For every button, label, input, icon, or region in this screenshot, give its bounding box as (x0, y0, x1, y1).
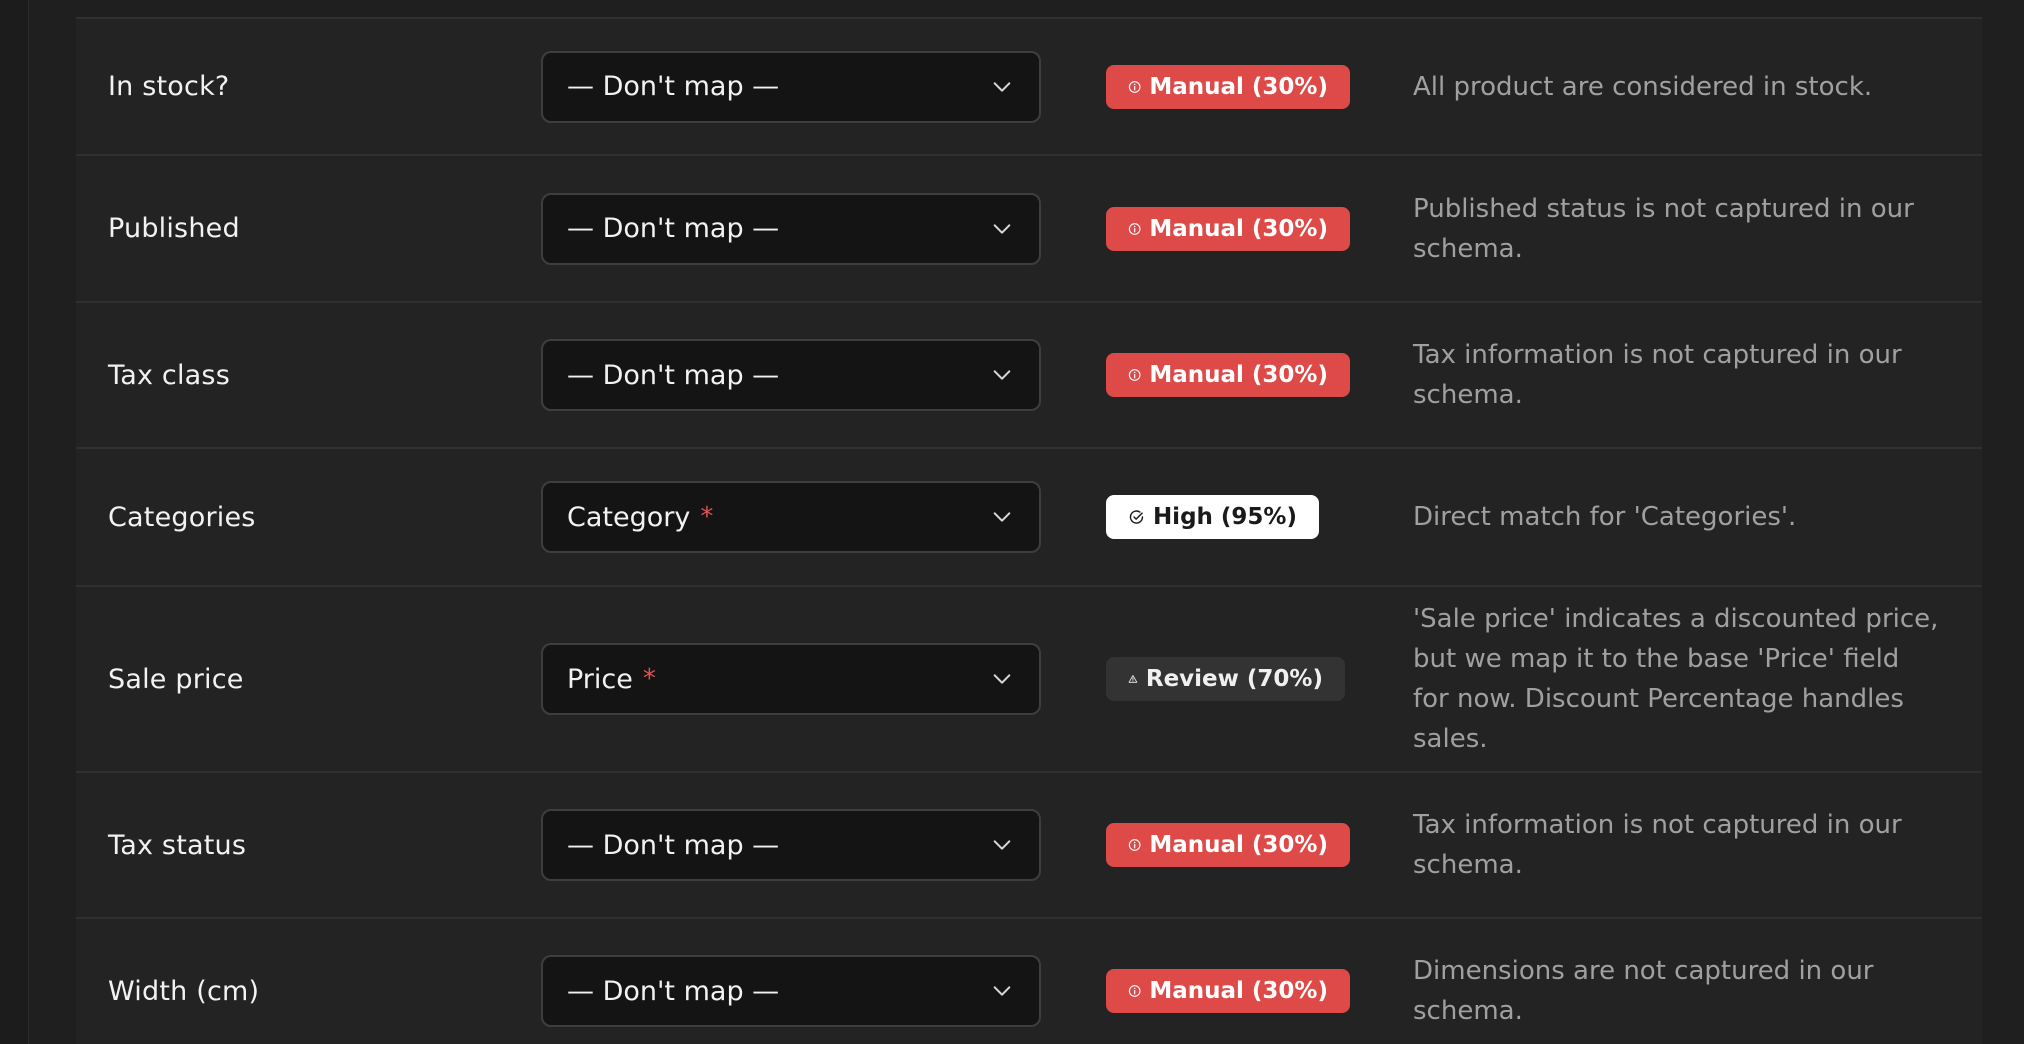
chevron-down-icon (993, 512, 1011, 522)
left-rail (0, 0, 29, 1044)
source-field-label: Categories (108, 501, 256, 533)
source-field-label: Tax status (108, 829, 247, 861)
confidence-badge-label: Manual (30%) (1149, 73, 1328, 100)
chevron-down-icon (993, 674, 1011, 684)
confidence-badge: Manual (30%) (1106, 969, 1350, 1013)
chevron-down-icon (993, 370, 1011, 380)
mapping-description: Tax information is not captured in our s… (1413, 340, 1902, 410)
source-field-label: Width (cm) (108, 975, 260, 1007)
mapping-select-value: Price (567, 663, 633, 695)
info-circle-icon (1128, 80, 1141, 93)
mapping-select[interactable]: — Don't map — (541, 50, 1041, 123)
mapping-select-value: — Don't map — (567, 213, 780, 244)
info-circle-icon (1128, 985, 1141, 997)
mapping-select-value: — Don't map — (567, 71, 780, 102)
mapping-select[interactable]: Category * (541, 481, 1041, 553)
chevron-down-icon (993, 840, 1011, 850)
info-circle-icon (1128, 839, 1141, 851)
required-marker: * (642, 664, 656, 694)
confidence-badge: High (95%) (1106, 495, 1319, 539)
mapping-screen: In stock? — Don't map — Manual (30%) All… (0, 0, 2024, 1044)
source-field-label: Sale price (108, 663, 244, 695)
mapping-description: Published status is not captured in our … (1413, 193, 1914, 264)
table-row: Sale price Price * Review (70%) 'Sale pr… (76, 587, 1982, 773)
confidence-badge: Review (70%) (1106, 657, 1345, 701)
warning-triangle-icon (1128, 675, 1138, 683)
confidence-badge: Manual (30%) (1106, 823, 1350, 867)
confidence-badge-label: High (95%) (1152, 504, 1297, 530)
mapping-description: Tax information is not captured in our s… (1413, 810, 1902, 880)
mapping-select-value: Category (567, 501, 691, 533)
field-mapping-table: In stock? — Don't map — Manual (30%) All… (76, 17, 1982, 1044)
table-row: Categories Category * High (95%) Direct … (76, 449, 1982, 587)
chevron-down-icon (993, 986, 1011, 996)
mapping-select[interactable]: Price * (541, 643, 1041, 715)
confidence-badge: Manual (30%) (1106, 353, 1350, 397)
mapping-select-value: — Don't map — (567, 829, 780, 861)
required-marker: * (700, 502, 714, 532)
confidence-badge-label: Review (70%) (1145, 666, 1323, 692)
mapping-select-value: — Don't map — (567, 975, 780, 1007)
mapping-select[interactable]: — Don't map — (541, 339, 1041, 411)
confidence-badge-label: Manual (30%) (1149, 832, 1328, 858)
check-circle-icon (1129, 510, 1144, 524)
confidence-badge: Manual (30%) (1106, 206, 1350, 251)
mapping-description: Dimensions are not captured in our schem… (1413, 956, 1874, 1026)
table-row: Tax class — Don't map — Manual (30%) Tax… (76, 303, 1982, 449)
mapping-description: Direct match for 'Categories'. (1413, 502, 1797, 532)
table-row: In stock? — Don't map — Manual (30%) All… (76, 19, 1982, 156)
confidence-badge-label: Manual (30%) (1149, 215, 1328, 242)
mapping-select[interactable]: — Don't map — (541, 955, 1041, 1027)
info-circle-icon (1128, 222, 1141, 235)
source-field-label: Published (108, 213, 240, 244)
confidence-badge-label: Manual (30%) (1149, 362, 1328, 388)
mapping-select[interactable]: — Don't map — (541, 192, 1041, 265)
mapping-select[interactable]: — Don't map — (541, 809, 1041, 881)
chevron-down-icon (993, 223, 1011, 234)
confidence-badge: Manual (30%) (1106, 64, 1350, 109)
table-row: Width (cm) — Don't map — Manual (30%) Di… (76, 919, 1982, 1044)
confidence-badge-label: Manual (30%) (1149, 978, 1328, 1004)
table-row: Published — Don't map — Manual (30%) Pub… (76, 156, 1982, 303)
mapping-description: 'Sale price' indicates a discounted pric… (1413, 604, 1939, 754)
chevron-down-icon (993, 81, 1011, 92)
mapping-description: All product are considered in stock. (1413, 71, 1873, 102)
table-row: Tax status — Don't map — Manual (30%) Ta… (76, 773, 1982, 919)
source-field-label: Tax class (108, 359, 230, 391)
mapping-select-value: — Don't map — (567, 359, 780, 391)
info-circle-icon (1128, 369, 1141, 381)
source-field-label: In stock? (108, 71, 230, 102)
